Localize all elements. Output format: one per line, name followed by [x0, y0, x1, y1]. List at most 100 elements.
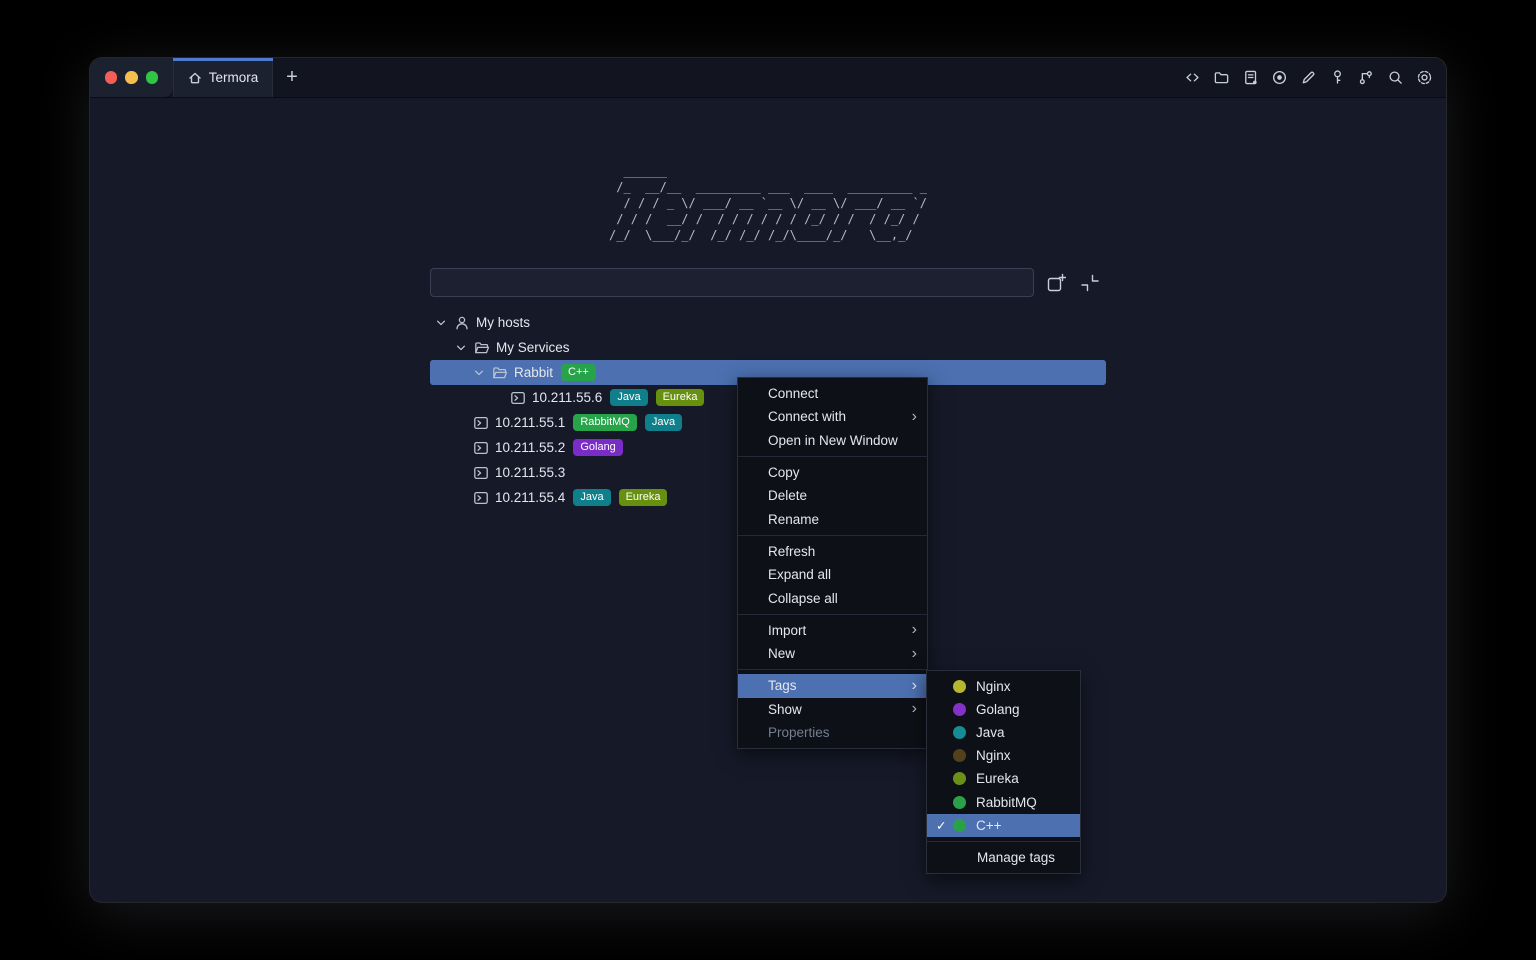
menu-separator: [738, 669, 927, 670]
tag-option-label: Java: [976, 725, 1005, 740]
close-button[interactable]: [105, 71, 118, 84]
tag-badge: C++: [561, 364, 596, 381]
search-input[interactable]: [430, 268, 1034, 297]
edit-button[interactable]: [1299, 69, 1317, 87]
record-button[interactable]: [1270, 69, 1288, 87]
terminal-icon: [473, 465, 489, 481]
collapse-all-button[interactable]: [1080, 273, 1100, 293]
minimize-button[interactable]: [125, 71, 138, 84]
chevron-down-icon: [435, 317, 447, 329]
menu-item-rename[interactable]: Rename: [738, 507, 927, 530]
menu-item-connect[interactable]: Connect: [738, 382, 927, 405]
tab-bar: Termora +: [90, 58, 1446, 98]
menu-separator: [738, 614, 927, 615]
menu-item-label: Import: [768, 623, 806, 638]
menu-item-collapse-all[interactable]: Collapse all: [738, 586, 927, 609]
menu-item-show[interactable]: Show›: [738, 698, 927, 721]
menu-separator: [738, 535, 927, 536]
menu-item-refresh[interactable]: Refresh: [738, 540, 927, 563]
context-menu: Connect Connect with› Open in New Window Co…: [737, 377, 928, 749]
add-host-button[interactable]: [1046, 273, 1066, 293]
ascii-logo: ______ /_ __/__ _________ ___ ____ _____…: [609, 163, 927, 243]
tag-color-dot: [953, 703, 966, 716]
tag-option-java-2[interactable]: Java: [927, 721, 1080, 744]
menu-item-label: Collapse all: [768, 591, 838, 606]
tag-option-nginx-3[interactable]: Nginx: [927, 744, 1080, 767]
search-button[interactable]: [1386, 69, 1404, 87]
log-button[interactable]: [1241, 69, 1259, 87]
tag-option-rabbitmq-5[interactable]: RabbitMQ: [927, 790, 1080, 813]
code-icon: [1184, 69, 1201, 86]
checkmark-icon: ✓: [936, 818, 953, 833]
tag-color-dot: [953, 680, 966, 693]
menu-item-import[interactable]: Import›: [738, 619, 927, 642]
add-icon: [1046, 273, 1066, 293]
menu-item-open-in-new-window[interactable]: Open in New Window: [738, 429, 927, 452]
terminal-icon: [473, 440, 489, 456]
manage-tags-button[interactable]: Manage tags: [927, 846, 1080, 869]
tree-label: My Services: [496, 340, 570, 355]
key-button[interactable]: [1328, 69, 1346, 87]
home-icon: [188, 71, 202, 85]
active-tab-accent: [173, 58, 273, 61]
chevron-right-icon: ›: [912, 646, 917, 662]
menu-item-label: Delete: [768, 488, 807, 503]
chevron-right-icon: ›: [912, 701, 917, 717]
menu-item-connect-with[interactable]: Connect with›: [738, 405, 927, 428]
folder-button[interactable]: [1212, 69, 1230, 87]
toolbar: [1183, 58, 1446, 97]
tree-row-my-services[interactable]: My Services: [430, 335, 1106, 360]
app-window: Termora + ____: [90, 58, 1446, 902]
menu-item-delete[interactable]: Delete: [738, 484, 927, 507]
menu-item-label: Copy: [768, 465, 800, 480]
folder-open-icon: [474, 340, 490, 356]
code-button[interactable]: [1183, 69, 1201, 87]
chevron-right-icon: ›: [912, 678, 917, 694]
menu-item-label: Tags: [768, 678, 797, 693]
menu-item-copy[interactable]: Copy: [738, 461, 927, 484]
menu-item-properties: Properties: [738, 721, 927, 744]
keychain-icon: [1358, 69, 1375, 86]
tag-option-golang-1[interactable]: Golang: [927, 698, 1080, 721]
zoom-button[interactable]: [146, 71, 159, 84]
chevron-down-icon: [473, 367, 485, 379]
tree-label: 10.211.55.3: [495, 465, 565, 480]
terminal-icon: [473, 415, 489, 431]
new-tab-button[interactable]: +: [273, 58, 311, 97]
menu-item-expand-all[interactable]: Expand all: [738, 563, 927, 586]
tag-color-dot: [953, 726, 966, 739]
tag-badge: RabbitMQ: [573, 414, 637, 431]
keychain-button[interactable]: [1357, 69, 1375, 87]
menu-item-label: Connect: [768, 386, 818, 401]
tag-badge: Eureka: [619, 489, 668, 506]
chevron-down-toggle[interactable]: [472, 366, 486, 380]
plus-icon: +: [286, 66, 298, 89]
chevron-down-toggle[interactable]: [434, 316, 448, 330]
tag-option-label: Nginx: [976, 748, 1011, 763]
tab-termora[interactable]: Termora: [173, 58, 273, 97]
tag-badge: Java: [645, 414, 682, 431]
tags-submenu: NginxGolangJavaNginxEurekaRabbitMQ✓C++Ma…: [926, 670, 1081, 874]
menu-item-new[interactable]: New›: [738, 642, 927, 665]
pencil-icon: [1300, 69, 1317, 86]
tree-label: My hosts: [476, 315, 530, 330]
tag-option-eureka-4[interactable]: Eureka: [927, 767, 1080, 790]
menu-item-label: Rename: [768, 512, 819, 527]
window-controls: [90, 58, 173, 97]
collapse-icon: [1080, 273, 1100, 293]
terminal-icon: [473, 465, 489, 481]
tag-option-label: Eureka: [976, 771, 1019, 786]
tag-option-c-6[interactable]: ✓C++: [927, 814, 1080, 837]
tag-option-nginx-0[interactable]: Nginx: [927, 675, 1080, 698]
gear-icon: [1416, 69, 1433, 86]
menu-item-label: Open in New Window: [768, 433, 898, 448]
tree-row-my-hosts[interactable]: My hosts: [430, 310, 1106, 335]
folder-open-icon: [492, 365, 508, 381]
tree-label: 10.211.55.6: [532, 390, 602, 405]
settings-button[interactable]: [1415, 69, 1433, 87]
menu-item-tags[interactable]: Tags ›: [738, 674, 927, 697]
chevron-down-icon: [455, 342, 467, 354]
terminal-icon: [473, 440, 489, 456]
chevron-down-toggle[interactable]: [454, 341, 468, 355]
tag-color-dot: [953, 796, 966, 809]
